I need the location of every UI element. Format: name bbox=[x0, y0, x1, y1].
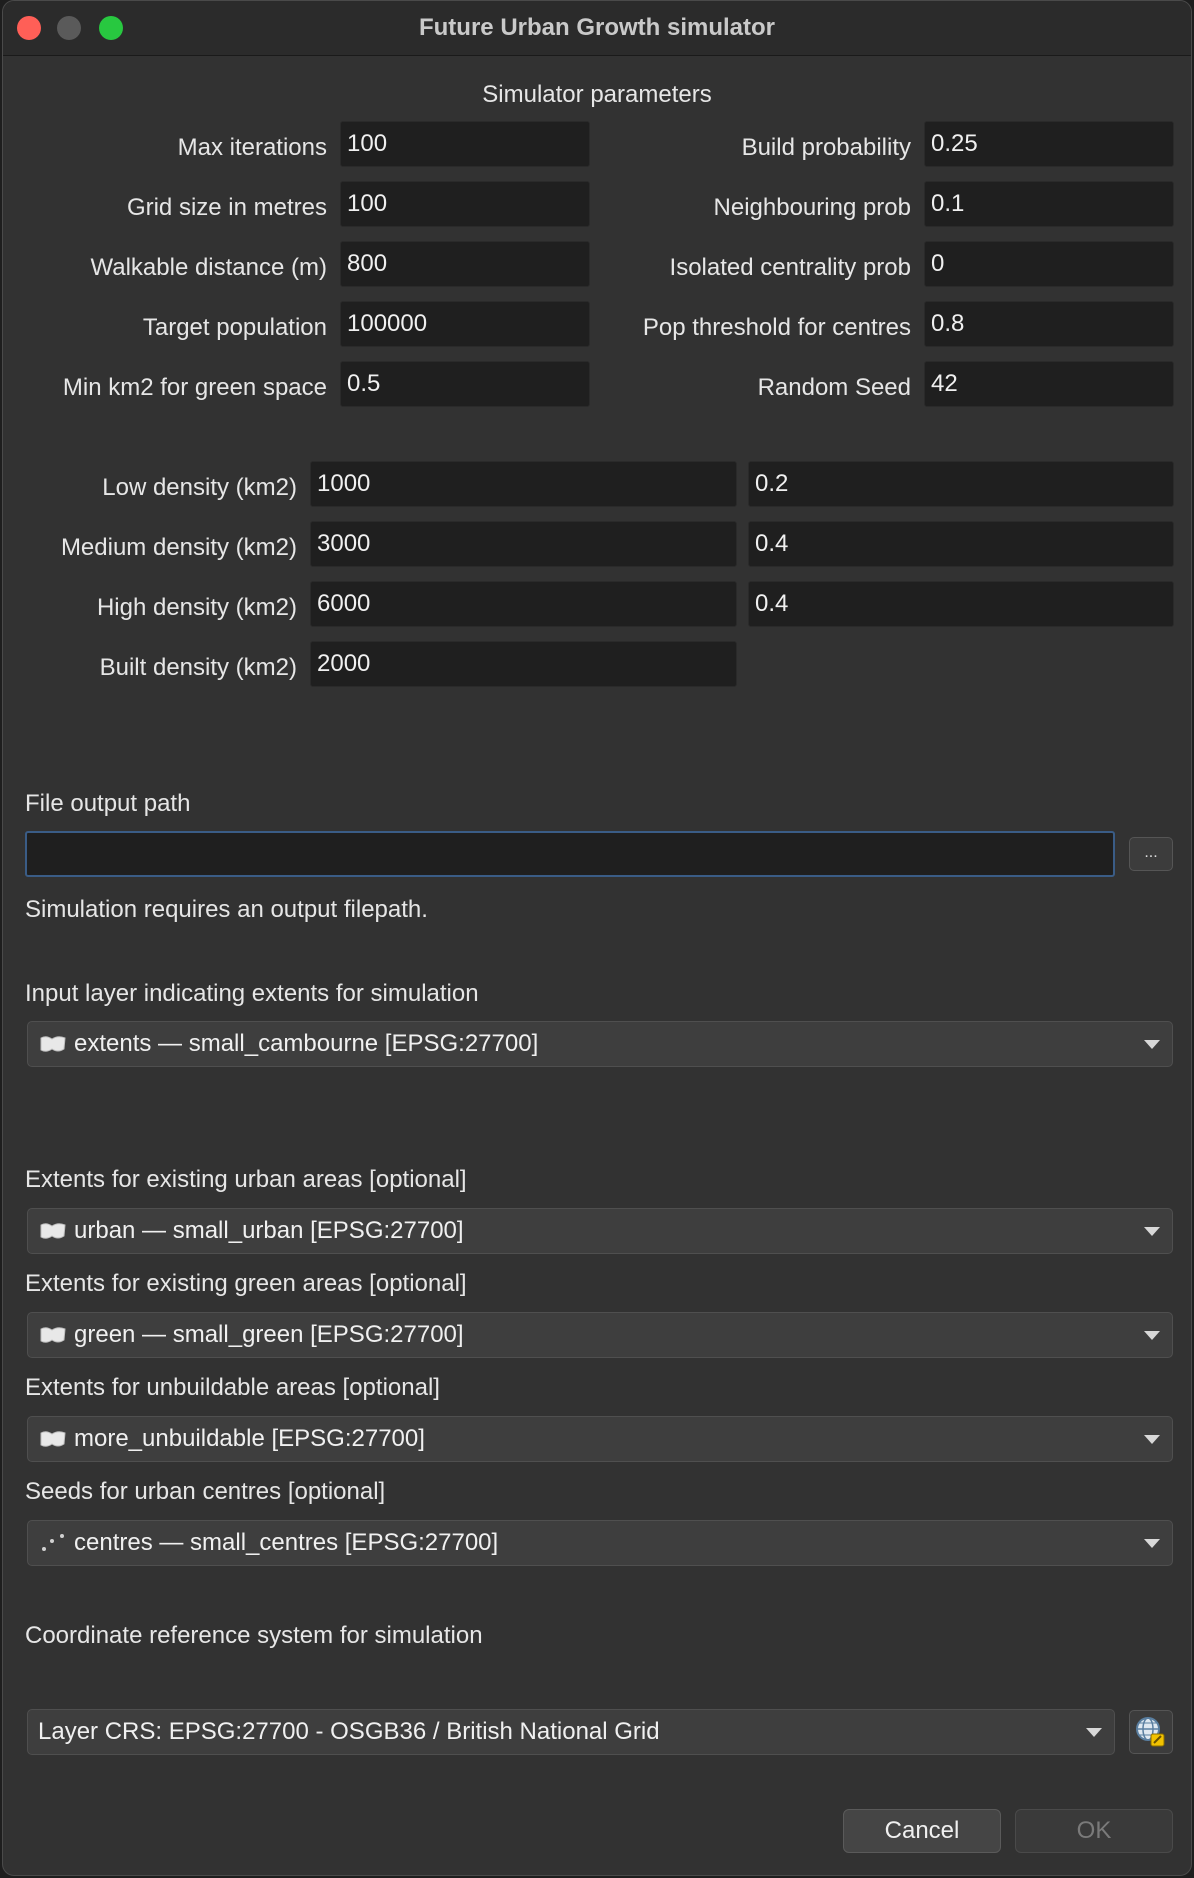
param-label-walkable-distance: Walkable distance (m) bbox=[90, 254, 327, 281]
file-output-path-input[interactable] bbox=[25, 831, 1115, 877]
close-window-button[interactable] bbox=[17, 16, 41, 40]
density-label-medium: Medium density (km2) bbox=[60, 534, 297, 561]
output-hint-text: Simulation requires an output filepath. bbox=[25, 896, 428, 923]
polygon-layer-icon bbox=[40, 1036, 66, 1052]
low-density-ratio-input[interactable]: 0.2 bbox=[748, 461, 1174, 507]
globe-crs-icon bbox=[1136, 1717, 1165, 1747]
extents-layer-value: extents — small_cambourne [EPSG:27700] bbox=[74, 1030, 539, 1057]
high-density-ratio-input[interactable]: 0.4 bbox=[748, 581, 1174, 627]
dialog-window: Future Urban Growth simulator Simulator … bbox=[2, 0, 1192, 1876]
title-bar: Future Urban Growth simulator bbox=[3, 1, 1191, 56]
pop-threshold-input[interactable]: 0.8 bbox=[924, 301, 1174, 347]
param-label-random-seed: Random Seed bbox=[757, 374, 911, 401]
file-output-label: File output path bbox=[25, 790, 191, 817]
unbuildable-layer-label: Extents for unbuildable areas [optional] bbox=[25, 1374, 440, 1401]
centres-layer-value: centres — small_centres [EPSG:27700] bbox=[74, 1529, 499, 1556]
polygon-layer-icon bbox=[40, 1327, 66, 1343]
density-label-built: Built density (km2) bbox=[99, 654, 297, 681]
section-title: Simulator parameters bbox=[482, 81, 712, 108]
crs-label: Coordinate reference system for simulati… bbox=[25, 1622, 483, 1649]
medium-density-ratio-input[interactable]: 0.4 bbox=[748, 521, 1174, 567]
chevron-down-icon bbox=[1144, 1331, 1160, 1340]
extents-layer-label: Input layer indicating extents for simul… bbox=[25, 980, 479, 1007]
centres-layer-select[interactable]: centres — small_centres [EPSG:27700] bbox=[27, 1520, 1173, 1566]
param-label-pop-threshold: Pop threshold for centres bbox=[642, 314, 911, 341]
urban-layer-value: urban — small_urban [EPSG:27700] bbox=[74, 1217, 464, 1244]
param-label-max-iterations: Max iterations bbox=[177, 134, 327, 161]
build-probability-input[interactable]: 0.25 bbox=[924, 121, 1174, 167]
crs-select[interactable]: Layer CRS: EPSG:27700 - OSGB36 / British… bbox=[27, 1709, 1115, 1755]
built-density-input[interactable]: 2000 bbox=[310, 641, 737, 687]
isolated-centrality-input[interactable]: 0 bbox=[924, 241, 1174, 287]
maximize-window-button[interactable] bbox=[99, 16, 123, 40]
polygon-layer-icon bbox=[40, 1223, 66, 1239]
chevron-down-icon bbox=[1144, 1539, 1160, 1548]
medium-density-input[interactable]: 3000 bbox=[310, 521, 737, 567]
crs-select-button[interactable] bbox=[1129, 1710, 1173, 1754]
chevron-down-icon bbox=[1144, 1227, 1160, 1236]
point-layer-icon bbox=[42, 1534, 64, 1551]
param-label-grid-size: Grid size in metres bbox=[126, 194, 327, 221]
grid-size-input[interactable]: 100 bbox=[340, 181, 590, 227]
target-population-input[interactable]: 100000 bbox=[340, 301, 590, 347]
green-layer-label: Extents for existing green areas [option… bbox=[25, 1270, 467, 1297]
max-iterations-input[interactable]: 100 bbox=[340, 121, 590, 167]
param-label-neighbouring-prob: Neighbouring prob bbox=[713, 194, 911, 221]
param-label-target-population: Target population bbox=[142, 314, 327, 341]
centres-layer-label: Seeds for urban centres [optional] bbox=[25, 1478, 386, 1505]
browse-button[interactable]: ... bbox=[1129, 837, 1173, 871]
urban-layer-label: Extents for existing urban areas [option… bbox=[25, 1166, 467, 1193]
param-label-min-green-space: Min km2 for green space bbox=[62, 374, 327, 401]
chevron-down-icon bbox=[1144, 1435, 1160, 1444]
density-label-high: High density (km2) bbox=[96, 594, 297, 621]
unbuildable-layer-select[interactable]: more_unbuildable [EPSG:27700] bbox=[27, 1416, 1173, 1462]
polygon-layer-icon bbox=[40, 1431, 66, 1447]
green-layer-select[interactable]: green — small_green [EPSG:27700] bbox=[27, 1312, 1173, 1358]
cancel-button[interactable]: Cancel bbox=[843, 1809, 1001, 1853]
unbuildable-layer-value: more_unbuildable [EPSG:27700] bbox=[74, 1425, 425, 1452]
high-density-input[interactable]: 6000 bbox=[310, 581, 737, 627]
random-seed-input[interactable]: 42 bbox=[924, 361, 1174, 407]
walkable-distance-input[interactable]: 800 bbox=[340, 241, 590, 287]
param-label-build-probability: Build probability bbox=[741, 134, 911, 161]
urban-layer-select[interactable]: urban — small_urban [EPSG:27700] bbox=[27, 1208, 1173, 1254]
minimize-window-button[interactable] bbox=[57, 16, 81, 40]
crs-value: Layer CRS: EPSG:27700 - OSGB36 / British… bbox=[38, 1718, 660, 1745]
neighbouring-prob-input[interactable]: 0.1 bbox=[924, 181, 1174, 227]
param-label-isolated-centrality: Isolated centrality prob bbox=[669, 254, 911, 281]
min-green-space-input[interactable]: 0.5 bbox=[340, 361, 590, 407]
chevron-down-icon bbox=[1144, 1040, 1160, 1049]
low-density-input[interactable]: 1000 bbox=[310, 461, 737, 507]
ok-button[interactable]: OK bbox=[1015, 1809, 1173, 1853]
extents-layer-select[interactable]: extents — small_cambourne [EPSG:27700] bbox=[27, 1021, 1173, 1067]
window-title: Future Urban Growth simulator bbox=[418, 14, 775, 41]
green-layer-value: green — small_green [EPSG:27700] bbox=[74, 1321, 464, 1348]
density-label-low: Low density (km2) bbox=[102, 474, 297, 501]
chevron-down-icon bbox=[1086, 1728, 1102, 1737]
